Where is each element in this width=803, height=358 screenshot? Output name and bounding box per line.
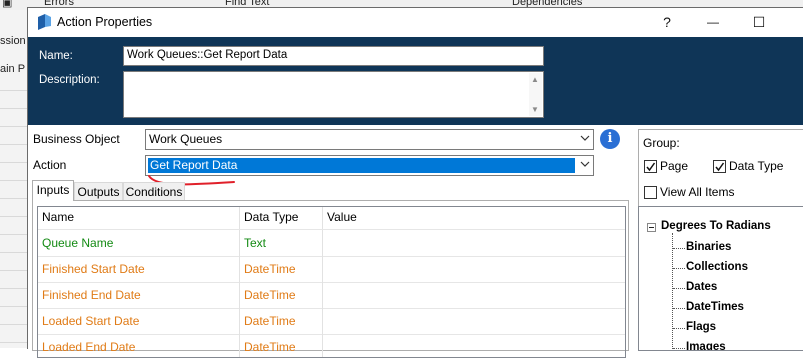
param-name-cell: Finished End Date [38, 282, 240, 308]
action-value: Get Report Data [148, 158, 575, 173]
param-type-cell: DateTime [240, 256, 323, 282]
tree-connector-line [673, 308, 685, 309]
param-value-cell[interactable] [323, 334, 625, 357]
tree-child-item[interactable]: Images [686, 341, 726, 350]
business-object-label: Business Object [33, 132, 120, 146]
data-type-checkbox[interactable] [713, 160, 726, 173]
inputs-panel: Name Data Type Value Queue Name Text Finis… [32, 200, 629, 358]
view-all-items-checkbox[interactable] [644, 186, 657, 199]
tree-connector-line [673, 348, 685, 349]
tree-root-item[interactable]: Degrees To Radians [661, 220, 771, 232]
minimize-button[interactable]: — [690, 10, 736, 34]
column-header-data-type[interactable]: Data Type [240, 207, 323, 229]
param-name-cell: Queue Name [38, 230, 240, 256]
name-field[interactable]: Work Queues::Get Report Data [123, 46, 544, 66]
table-row[interactable]: Loaded Start Date DateTime [38, 308, 625, 334]
table-row[interactable]: Queue Name Text [38, 230, 625, 256]
scroll-down-icon[interactable]: ▼ [531, 105, 539, 114]
tree-child-item[interactable]: Flags [686, 321, 716, 333]
param-value-cell[interactable] [323, 308, 625, 334]
page-checkbox-label[interactable]: Page [660, 159, 688, 173]
table-row[interactable]: Finished End Date DateTime [38, 282, 625, 308]
action-properties-dialog: Action Properties ? — ☐ Name: Work Queue… [27, 7, 803, 358]
group-panel: Group: Page Data Type View All Items [638, 129, 803, 208]
chevron-down-icon [580, 135, 590, 141]
tree-child-item[interactable]: DateTimes [686, 301, 744, 313]
blueprism-icon [38, 14, 51, 30]
help-button[interactable]: ? [644, 10, 690, 34]
tree-connector-line [673, 248, 685, 249]
inputs-grid: Name Data Type Value Queue Name Text Finis… [37, 206, 626, 358]
column-header-value[interactable]: Value [323, 207, 625, 229]
view-all-items-label[interactable]: View All Items [660, 185, 734, 199]
tree-child-item[interactable]: Dates [686, 281, 717, 293]
description-scrollbar[interactable]: ▲ ▼ [529, 73, 542, 116]
minus-icon[interactable] [647, 223, 656, 232]
dialog-title: Action Properties [57, 15, 153, 29]
tree-connector-line [672, 233, 673, 350]
checkmark-icon [715, 162, 725, 172]
page-checkbox[interactable] [644, 160, 657, 173]
tree-connector-line [673, 328, 685, 329]
tab-inputs[interactable]: Inputs [32, 180, 74, 201]
maximize-button[interactable]: ☐ [736, 10, 782, 34]
group-label: Group: [643, 136, 680, 150]
param-type-cell: DateTime [240, 282, 323, 308]
column-header-name[interactable]: Name [38, 207, 240, 229]
tree-connector-line [673, 288, 685, 289]
param-name-cell: Loaded Start Date [38, 308, 240, 334]
tree-child-item[interactable]: Collections [686, 261, 748, 273]
param-type-cell: DateTime [240, 334, 323, 357]
tab-conditions[interactable]: Conditions [123, 182, 185, 201]
background-tab-1[interactable]: ssion [0, 32, 26, 51]
scroll-up-icon[interactable]: ▲ [531, 75, 539, 84]
tab-outputs[interactable]: Outputs [74, 182, 123, 201]
param-type-cell: DateTime [240, 308, 323, 334]
table-row[interactable]: Loaded End Date DateTime [38, 334, 625, 357]
table-row[interactable]: Finished Start Date DateTime [38, 256, 625, 282]
description-field[interactable]: ▲ ▼ [123, 71, 544, 118]
checkmark-icon [646, 162, 656, 172]
param-value-cell[interactable] [323, 256, 625, 282]
business-object-value: Work Queues [149, 132, 223, 146]
param-name-cell: Finished Start Date [38, 256, 240, 282]
business-object-dropdown[interactable]: Work Queues [145, 129, 594, 150]
background-tab-2[interactable]: ain P [0, 60, 25, 79]
action-label: Action [33, 158, 67, 172]
info-icon[interactable]: i [600, 129, 620, 149]
param-name-cell: Loaded End Date [38, 334, 240, 357]
items-tree: Degrees To Radians Binaries Collections Da… [638, 206, 803, 351]
chevron-down-icon [580, 161, 590, 167]
data-type-checkbox-label[interactable]: Data Type [729, 159, 783, 173]
tree-child-item[interactable]: Binaries [686, 241, 731, 253]
background-left-panel: ssion ain P [0, 10, 28, 348]
name-label: Name: [39, 50, 73, 62]
properties-header: Name: Work Queues::Get Report Data Descr… [28, 37, 803, 125]
param-value-cell[interactable] [323, 282, 625, 308]
param-value-cell[interactable] [323, 230, 625, 256]
background-grid [0, 90, 27, 348]
toolbar-icon-strip: ▣ [2, 0, 13, 9]
param-type-cell: Text [240, 230, 323, 256]
tree-connector-line [673, 268, 685, 269]
title-bar[interactable]: Action Properties ? — ☐ [28, 8, 803, 37]
description-label: Description: [39, 74, 100, 86]
